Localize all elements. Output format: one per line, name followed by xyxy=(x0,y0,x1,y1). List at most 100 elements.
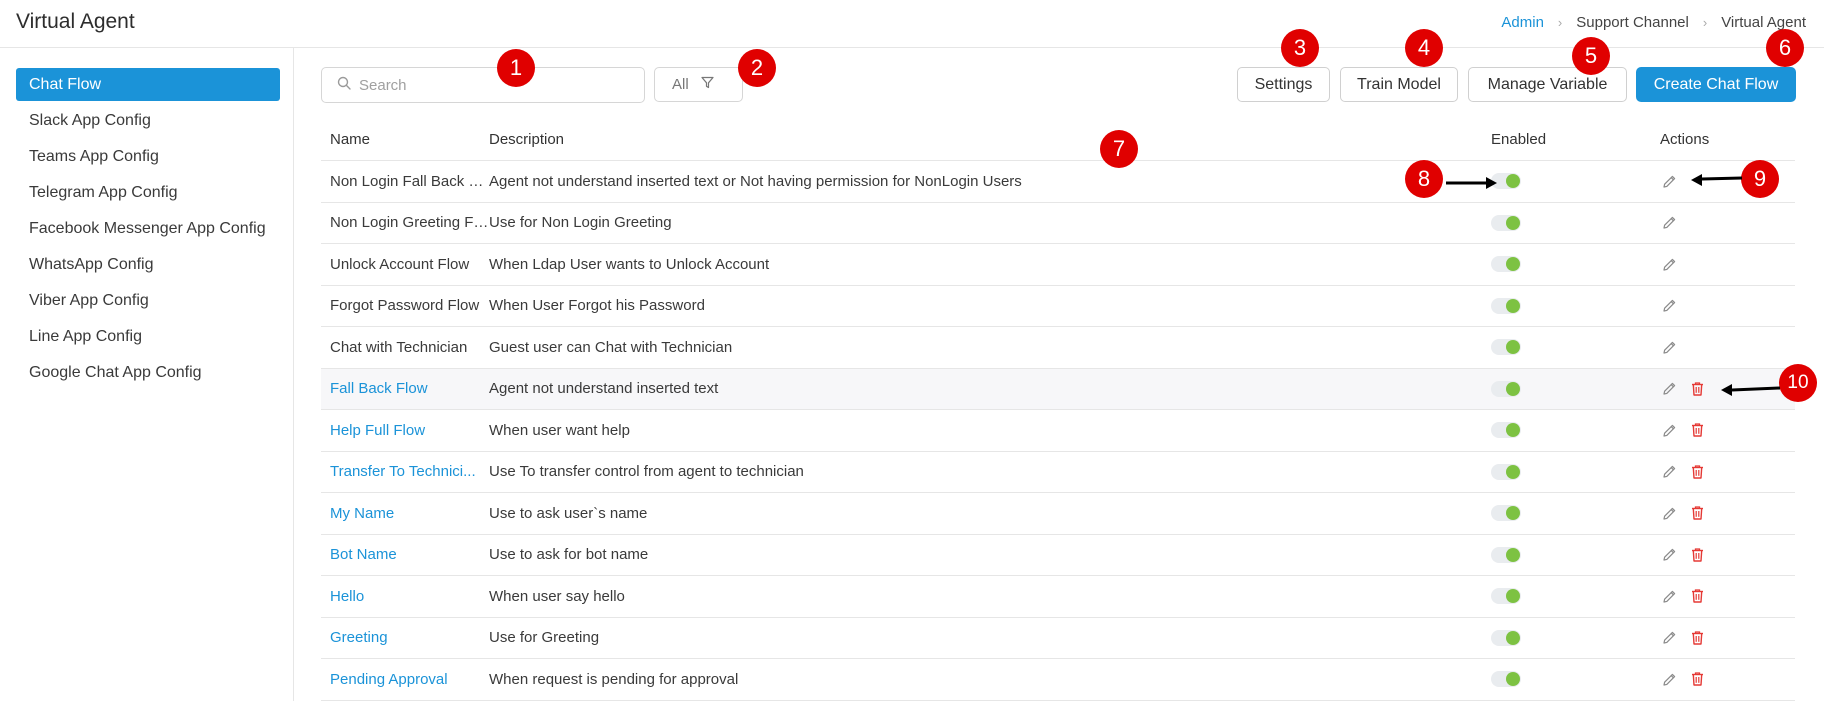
flow-description: Use to ask for bot name xyxy=(489,546,649,564)
actions-cell xyxy=(1659,255,1795,273)
sidebar-item-line[interactable]: Line App Config xyxy=(16,320,280,353)
toggle-knob xyxy=(1506,672,1520,687)
table-row: Fall Back Flow Agent not understand inser… xyxy=(321,368,1795,410)
table-row: Greeting Use for Greeting xyxy=(321,618,1795,659)
enabled-toggle[interactable] xyxy=(1491,297,1521,314)
delete-trash-icon[interactable] xyxy=(1688,421,1706,439)
sidebar-item-google-chat[interactable]: Google Chat App Config xyxy=(16,356,280,389)
toggle-knob xyxy=(1506,589,1520,604)
enabled-toggle[interactable] xyxy=(1491,546,1521,563)
top-bar: Virtual Agent Admin › Support Channel › … xyxy=(0,0,1824,48)
flow-description: Use To transfer control from agent to te… xyxy=(489,463,804,481)
sidebar-item-whatsapp[interactable]: WhatsApp Config xyxy=(16,248,280,281)
sidebar-item-chat-flow[interactable]: Chat Flow xyxy=(16,68,280,101)
flow-name[interactable]: My Name xyxy=(321,505,489,522)
actions-cell xyxy=(1659,546,1795,564)
enabled-toggle[interactable] xyxy=(1491,463,1521,480)
edit-pencil-icon[interactable] xyxy=(1660,297,1678,315)
column-header-actions: Actions xyxy=(1660,131,1710,148)
toggle-knob xyxy=(1506,506,1520,521)
flow-description: When request is pending for approval xyxy=(489,670,739,688)
edit-pencil-icon[interactable] xyxy=(1660,214,1678,232)
table-row: Pending Approval When request is pending … xyxy=(321,659,1795,701)
toggle-knob xyxy=(1506,257,1520,272)
enabled-cell xyxy=(1490,505,1659,522)
delete-trash-icon[interactable] xyxy=(1688,629,1706,647)
edit-pencil-icon[interactable] xyxy=(1660,504,1678,522)
enabled-toggle[interactable] xyxy=(1491,422,1521,439)
enabled-toggle[interactable] xyxy=(1491,505,1521,522)
edit-pencil-icon[interactable] xyxy=(1660,463,1678,481)
flow-name: Non Login Fall Back Fl... xyxy=(330,172,489,190)
flow-name[interactable]: Help Full Flow xyxy=(321,422,489,439)
flow-description: Use to ask user`s name xyxy=(489,504,648,522)
actions-cell xyxy=(1659,587,1795,605)
flow-description: When Ldap User wants to Unlock Account xyxy=(489,255,770,273)
delete-trash-icon[interactable] xyxy=(1688,670,1706,688)
flow-description: Agent not understand inserted text xyxy=(489,380,719,398)
enabled-toggle[interactable] xyxy=(1491,256,1521,273)
toggle-knob xyxy=(1506,547,1520,562)
sidebar-item-teams[interactable]: Teams App Config xyxy=(16,140,280,173)
create-chat-flow-button[interactable]: Create Chat Flow xyxy=(1636,67,1796,102)
delete-trash-icon[interactable] xyxy=(1688,380,1706,398)
toggle-knob xyxy=(1506,298,1520,313)
enabled-cell xyxy=(1490,629,1659,646)
edit-pencil-icon[interactable] xyxy=(1660,338,1678,356)
train-model-button[interactable]: Train Model xyxy=(1340,67,1458,102)
edit-pencil-icon[interactable] xyxy=(1660,255,1678,273)
enabled-toggle[interactable] xyxy=(1491,339,1521,356)
edit-pencil-icon[interactable] xyxy=(1660,629,1678,647)
edit-pencil-icon[interactable] xyxy=(1660,670,1678,688)
flow-description: Use for Greeting xyxy=(489,629,600,647)
breadcrumb-support-channel: Support Channel xyxy=(1576,14,1689,31)
flow-description: When User Forgot his Password xyxy=(489,297,705,315)
flow-name[interactable]: Greeting xyxy=(321,629,489,646)
delete-trash-icon[interactable] xyxy=(1688,504,1706,522)
sidebar-item-facebook-messenger[interactable]: Facebook Messenger App Config xyxy=(16,212,280,245)
enabled-toggle[interactable] xyxy=(1491,380,1521,397)
flow-description: When user want help xyxy=(489,421,630,439)
flow-name: Non Login Greeting Fl... xyxy=(330,214,489,232)
enabled-toggle[interactable] xyxy=(1491,671,1521,688)
sidebar-item-slack[interactable]: Slack App Config xyxy=(16,104,280,137)
callout-badge: 10 xyxy=(1779,364,1817,402)
flow-name[interactable]: Bot Name xyxy=(321,546,489,563)
breadcrumb-admin[interactable]: Admin xyxy=(1501,14,1544,31)
toggle-knob xyxy=(1506,340,1520,355)
toggle-knob xyxy=(1506,215,1520,230)
settings-button[interactable]: Settings xyxy=(1237,67,1330,102)
manage-variable-button[interactable]: Manage Variable xyxy=(1468,67,1627,102)
delete-trash-icon[interactable] xyxy=(1688,463,1706,481)
filter-dropdown[interactable]: All xyxy=(654,67,743,102)
sidebar-item-viber[interactable]: Viber App Config xyxy=(16,284,280,317)
flow-name[interactable]: Fall Back Flow xyxy=(321,380,489,397)
enabled-toggle[interactable] xyxy=(1491,214,1521,231)
table-header: Name Description Enabled Actions xyxy=(321,119,1795,161)
edit-pencil-icon[interactable] xyxy=(1660,380,1678,398)
flow-name[interactable]: Pending Approval xyxy=(321,671,489,688)
table-row: My Name Use to ask user`s name xyxy=(321,493,1795,535)
edit-pencil-icon[interactable] xyxy=(1660,546,1678,564)
enabled-cell xyxy=(1490,256,1659,273)
delete-trash-icon[interactable] xyxy=(1688,546,1706,564)
edit-pencil-icon[interactable] xyxy=(1660,172,1678,190)
enabled-cell xyxy=(1490,671,1659,688)
delete-trash-icon[interactable] xyxy=(1688,587,1706,605)
enabled-toggle[interactable] xyxy=(1491,629,1521,646)
edit-pencil-icon[interactable] xyxy=(1660,587,1678,605)
flow-name[interactable]: Transfer To Technici... xyxy=(321,463,489,480)
edit-pencil-icon[interactable] xyxy=(1660,421,1678,439)
flow-description: Agent not understand inserted text or No… xyxy=(489,172,1022,190)
filter-label: All xyxy=(672,76,689,93)
enabled-cell xyxy=(1490,546,1659,563)
search-box[interactable] xyxy=(321,67,645,103)
search-input[interactable] xyxy=(359,76,629,94)
enabled-toggle[interactable] xyxy=(1491,588,1521,605)
table-body: Non Login Fall Back Fl... Agent not under… xyxy=(321,161,1795,701)
table-row: Non Login Greeting Fl... Use for Non Logi… xyxy=(321,203,1795,244)
enabled-cell xyxy=(1490,173,1659,190)
callout-badge: 4 xyxy=(1405,29,1443,67)
sidebar-item-telegram[interactable]: Telegram App Config xyxy=(16,176,280,209)
flow-name[interactable]: Hello xyxy=(321,588,489,605)
